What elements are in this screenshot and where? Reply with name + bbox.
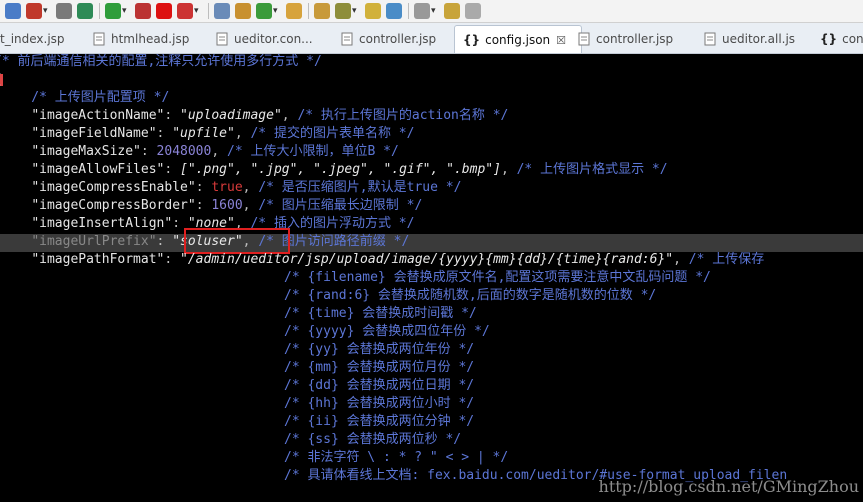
json-file-icon: {} (463, 33, 481, 47)
code-line: { (0, 71, 2, 89)
code-line: /* {yyyy} 会替换成四位年份 */ (284, 324, 490, 339)
navigate-icon[interactable] (414, 3, 430, 19)
server-icon[interactable] (177, 3, 193, 19)
main-toolbar: ▾ ▾ ▾ ▾ ▾ ▾ (0, 0, 863, 23)
package-icon[interactable] (235, 3, 251, 19)
code-line: "imageCompressEnable": true, /* 是否压缩图片,默… (31, 180, 462, 195)
code-line: /* {mm} 会替换成两位月份 */ (284, 360, 475, 375)
code-line: "imageActionName": "uploadimage", /* 执行上… (31, 108, 509, 123)
tab-label: con (842, 32, 863, 46)
back-icon[interactable] (444, 3, 460, 19)
stop-icon[interactable] (156, 3, 172, 19)
tab-config-json[interactable]: {} config.json ☒ (454, 25, 582, 53)
open-type-icon[interactable] (314, 3, 330, 19)
tab-label: controller.jsp (359, 32, 437, 46)
tab-controller-jsp[interactable]: controller.jsp (340, 26, 436, 52)
new-project-icon[interactable] (214, 3, 230, 19)
code-line: /* {hh} 会替换成两位小时 */ (284, 396, 475, 411)
tab-ueditor-config-js[interactable]: ueditor.con... (215, 26, 313, 52)
dropdown-caret-icon[interactable]: ▾ (43, 3, 51, 19)
code-line: /* {time} 会替换成时间戳 */ (284, 306, 477, 321)
jsp-file-icon (578, 32, 590, 46)
tab-label: ueditor.all.js (722, 32, 796, 46)
external-tools-icon[interactable] (135, 3, 151, 19)
jsp-file-icon (93, 32, 105, 46)
toolbar-separator (408, 3, 409, 19)
tab-label: controller.jsp (596, 32, 674, 46)
tab-label: t_index.jsp (0, 32, 65, 46)
tab-label: htmlhead.jsp (111, 32, 190, 46)
js-file-icon (704, 32, 716, 46)
dropdown-caret-icon[interactable]: ▾ (273, 3, 281, 19)
tab-controller-jsp-2[interactable]: controller.jsp (577, 26, 673, 52)
tab-label: config.json (485, 33, 551, 47)
forward-icon[interactable] (465, 3, 481, 19)
code-line: "imageFieldName": "upfile", /* 提交的图片表单名称… (31, 126, 415, 141)
tab-label: ueditor.con... (234, 32, 313, 46)
toolbar-separator (208, 3, 209, 19)
search-icon[interactable] (335, 3, 351, 19)
new-class-icon[interactable] (256, 3, 272, 19)
run-icon[interactable] (105, 3, 121, 19)
code-line: /* 上传图片配置项 */ (0, 90, 170, 105)
code-line: /* {dd} 会替换成两位日期 */ (284, 378, 475, 393)
globe-icon[interactable] (386, 3, 402, 19)
bug-icon[interactable] (77, 3, 93, 19)
close-tab-icon[interactable]: ☒ (556, 34, 566, 47)
code-line: /* {ss} 会替换成两位秒 */ (284, 432, 462, 447)
tab-ueditor-all-js[interactable]: ueditor.all.js (703, 26, 795, 52)
tab-config-json-2[interactable]: {} con (820, 26, 863, 52)
code-editor[interactable]: /* 前后端通信相关的配置,注释只允许使用多行方式 */ { /* 上传图片配置… (0, 54, 863, 502)
dropdown-caret-icon[interactable]: ▾ (431, 3, 439, 19)
tab-t-index-jsp[interactable]: t_index.jsp (0, 26, 65, 52)
code-line: /* {yy} 会替换成两位年份 */ (284, 342, 475, 357)
json-file-icon: {} (820, 32, 838, 46)
dropdown-caret-icon[interactable]: ▾ (352, 3, 360, 19)
code-line: "imagePathFormat": "/admin/ueditor/jsp/u… (31, 252, 765, 267)
code-line: "imageCompressBorder": 1600, /* 图片压缩最长边限… (31, 198, 423, 213)
code-line: "imageMaxSize": 2048000, /* 上传大小限制，单位B *… (31, 144, 399, 159)
tasks-icon[interactable] (56, 3, 72, 19)
tab-htmlhead-jsp[interactable]: htmlhead.jsp (92, 26, 189, 52)
code-line: /* 非法字符 \ : * ? " < > | */ (284, 450, 509, 465)
code-line: /* {ii} 会替换成两位分钟 */ (284, 414, 475, 429)
debug-icon[interactable] (5, 3, 21, 19)
toolbar-separator (308, 3, 309, 19)
js-file-icon (216, 32, 228, 46)
editor-tab-bar: t_index.jsp htmlhead.jsp ueditor.con... … (0, 23, 863, 54)
dropdown-caret-icon[interactable]: ▾ (122, 3, 130, 19)
code-line: "imageAllowFiles": [".png", ".jpg", ".jp… (31, 162, 668, 177)
jsp-file-icon (341, 32, 353, 46)
code-line: /* {rand:6} 会替换成随机数,后面的数字是随机数的位数 */ (284, 288, 657, 303)
annotation-icon[interactable] (365, 3, 381, 19)
watermark: http://blog.csdn.net/GMingZhou (598, 477, 859, 496)
toolbar-separator (99, 3, 100, 19)
open-folder-icon[interactable] (286, 3, 302, 19)
code-line: /* {filename} 会替换成原文件名,配置这项需要注意中文乱码问题 */ (284, 270, 711, 285)
skip-breakpoints-icon[interactable] (26, 3, 42, 19)
dropdown-caret-icon[interactable]: ▾ (194, 3, 202, 19)
code-line: /* 前后端通信相关的配置,注释只允许使用多行方式 */ (0, 54, 322, 69)
